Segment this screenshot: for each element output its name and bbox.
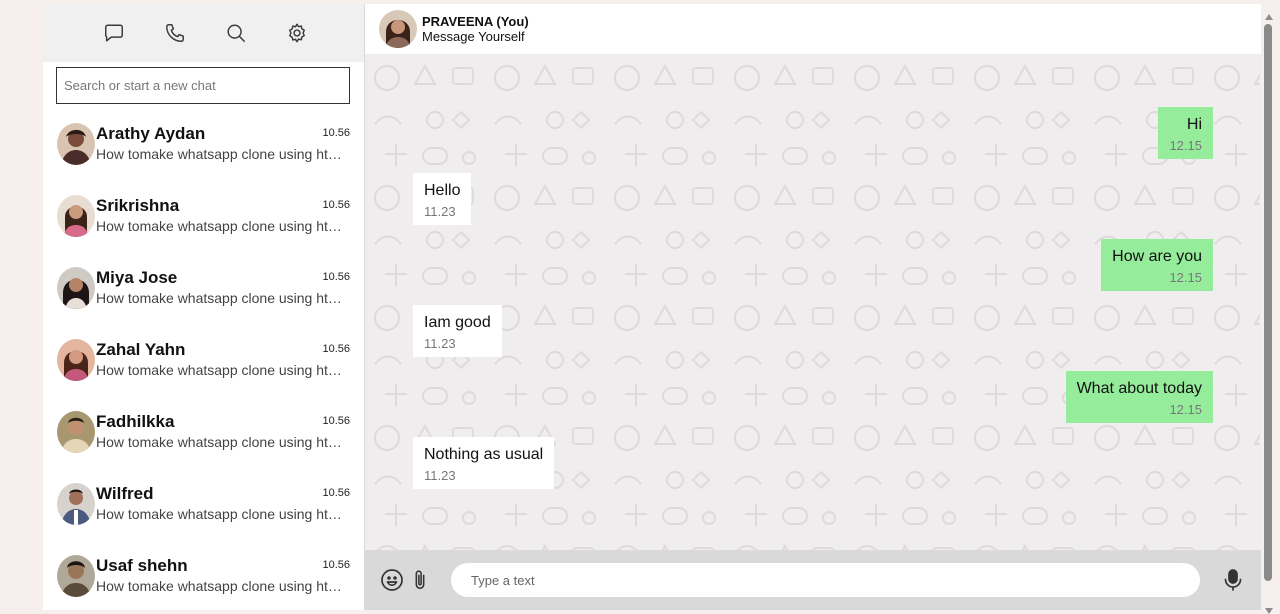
message-time: 11.23 bbox=[424, 336, 456, 351]
page-scrollbar[interactable] bbox=[1263, 14, 1273, 614]
chat-info: Srikrishna How tomake whatsapp clone usi… bbox=[95, 194, 351, 235]
avatar bbox=[57, 123, 95, 165]
contact-subtitle: Message Yourself bbox=[422, 29, 525, 44]
message-input[interactable] bbox=[451, 563, 1200, 597]
chat-item-fadhilkka[interactable]: Fadhilkka How tomake whatsapp clone usin… bbox=[43, 400, 364, 472]
chat-time: 10.56 bbox=[322, 415, 350, 427]
chat-last-message: How tomake whatsapp clone using html css bbox=[96, 218, 351, 234]
chat-name: Arathy Aydan bbox=[96, 124, 206, 143]
chat-item-miya-jose[interactable]: Miya Jose How tomake whatsapp clone usin… bbox=[43, 256, 364, 328]
message-area: Hi 12.15 Hello 11.23 How are you 12.15 I… bbox=[365, 54, 1261, 550]
chat-item-usaf-shehn[interactable]: Usaf shehn How tomake whatsapp clone usi… bbox=[43, 544, 364, 610]
chat-time: 10.56 bbox=[322, 127, 350, 139]
chat-name: Zahal Yahn bbox=[96, 340, 186, 359]
avatar bbox=[57, 195, 95, 237]
chat-name: Miya Jose bbox=[96, 268, 178, 287]
message-incoming[interactable]: Hello 11.23 bbox=[413, 173, 472, 225]
avatar bbox=[57, 339, 95, 381]
message-composer bbox=[365, 550, 1261, 610]
conversation-header[interactable]: PRAVEENA (You) Message Yourself bbox=[365, 4, 1261, 54]
scroll-up-arrow-icon[interactable] bbox=[1265, 14, 1273, 20]
sidebar-toolbar bbox=[43, 4, 364, 62]
message-incoming[interactable]: Iam good 11.23 bbox=[413, 305, 502, 357]
chat-name: Srikrishna bbox=[96, 196, 180, 215]
chat-info: Wilfred How tomake whatsapp clone using … bbox=[95, 482, 351, 523]
avatar bbox=[57, 411, 95, 453]
chat-last-message: How tomake whatsapp clone using html css bbox=[96, 506, 351, 522]
message-incoming[interactable]: Nothing as usual 11.23 bbox=[413, 437, 555, 489]
chat-last-message: How tomake whatsapp clone using html css bbox=[96, 434, 351, 450]
chat-time: 10.56 bbox=[322, 559, 350, 571]
chat-name: Fadhilkka bbox=[96, 412, 175, 431]
scrollbar-thumb[interactable] bbox=[1264, 24, 1272, 581]
chat-name: Usaf shehn bbox=[96, 556, 188, 575]
scroll-down-arrow-icon[interactable] bbox=[1265, 608, 1273, 614]
sidebar: Arathy Aydan How tomake whatsapp clone u… bbox=[43, 4, 365, 610]
contact-name: PRAVEENA (You) bbox=[422, 14, 529, 29]
chat-last-message: How tomake whatsapp clone using html css bbox=[96, 146, 351, 162]
phone-icon[interactable] bbox=[164, 22, 187, 45]
message-text: What about today bbox=[1076, 380, 1202, 397]
attach-paperclip-icon[interactable] bbox=[408, 568, 432, 592]
chat-list: Arathy Aydan How tomake whatsapp clone u… bbox=[43, 112, 364, 610]
message-text: How are you bbox=[1112, 248, 1202, 265]
chat-item-srikrishna[interactable]: Srikrishna How tomake whatsapp clone usi… bbox=[43, 184, 364, 256]
contact-info: PRAVEENA (You) Message Yourself bbox=[422, 14, 529, 44]
chat-time: 10.56 bbox=[322, 199, 350, 211]
search-bar bbox=[43, 62, 364, 112]
message-outgoing[interactable]: What about today 12.15 bbox=[1065, 371, 1213, 423]
chat-time: 10.56 bbox=[322, 343, 350, 355]
message-text: Iam good bbox=[424, 314, 491, 331]
chat-info: Arathy Aydan How tomake whatsapp clone u… bbox=[95, 122, 351, 163]
settings-gear-icon[interactable] bbox=[286, 22, 309, 45]
message-time: 11.23 bbox=[424, 204, 456, 219]
conversation-panel: PRAVEENA (You) Message Yourself Hi 12.15… bbox=[365, 4, 1261, 610]
chat-item-wilfred[interactable]: Wilfred How tomake whatsapp clone using … bbox=[43, 472, 364, 544]
chat-info: Miya Jose How tomake whatsapp clone usin… bbox=[95, 266, 351, 307]
chats-icon[interactable] bbox=[103, 22, 126, 45]
message-text: Nothing as usual bbox=[424, 446, 544, 463]
search-input[interactable] bbox=[56, 67, 350, 104]
search-icon[interactable] bbox=[225, 22, 248, 45]
avatar bbox=[57, 555, 95, 597]
whatsapp-clone-app: Arathy Aydan How tomake whatsapp clone u… bbox=[43, 4, 1261, 610]
chat-last-message: How tomake whatsapp clone using html css bbox=[96, 362, 351, 378]
message-text: Hi bbox=[1186, 116, 1202, 133]
emoji-icon[interactable] bbox=[380, 568, 404, 592]
chat-name: Wilfred bbox=[96, 484, 154, 503]
chat-info: Usaf shehn How tomake whatsapp clone usi… bbox=[95, 554, 351, 595]
chat-time: 10.56 bbox=[322, 271, 350, 283]
message-text: Hello bbox=[424, 182, 461, 199]
contact-avatar[interactable] bbox=[379, 10, 417, 48]
message-time: 11.23 bbox=[424, 468, 456, 483]
message-time: 12.15 bbox=[1169, 138, 1202, 153]
chat-last-message: How tomake whatsapp clone using html css bbox=[96, 290, 351, 306]
message-outgoing[interactable]: Hi 12.15 bbox=[1158, 107, 1213, 159]
chat-info: Fadhilkka How tomake whatsapp clone usin… bbox=[95, 410, 351, 451]
message-time: 12.15 bbox=[1169, 270, 1202, 285]
avatar bbox=[57, 483, 95, 525]
chat-item-arathy-aydan[interactable]: Arathy Aydan How tomake whatsapp clone u… bbox=[43, 112, 364, 184]
message-time: 12.15 bbox=[1169, 402, 1202, 417]
chat-time: 10.56 bbox=[322, 487, 350, 499]
chat-info: Zahal Yahn How tomake whatsapp clone usi… bbox=[95, 338, 351, 379]
avatar bbox=[57, 267, 95, 309]
chat-item-zahal-yahn[interactable]: Zahal Yahn How tomake whatsapp clone usi… bbox=[43, 328, 364, 400]
message-outgoing[interactable]: How are you 12.15 bbox=[1101, 239, 1213, 291]
chat-last-message: How tomake whatsapp clone using html css bbox=[96, 578, 351, 594]
microphone-icon[interactable] bbox=[1221, 568, 1245, 592]
